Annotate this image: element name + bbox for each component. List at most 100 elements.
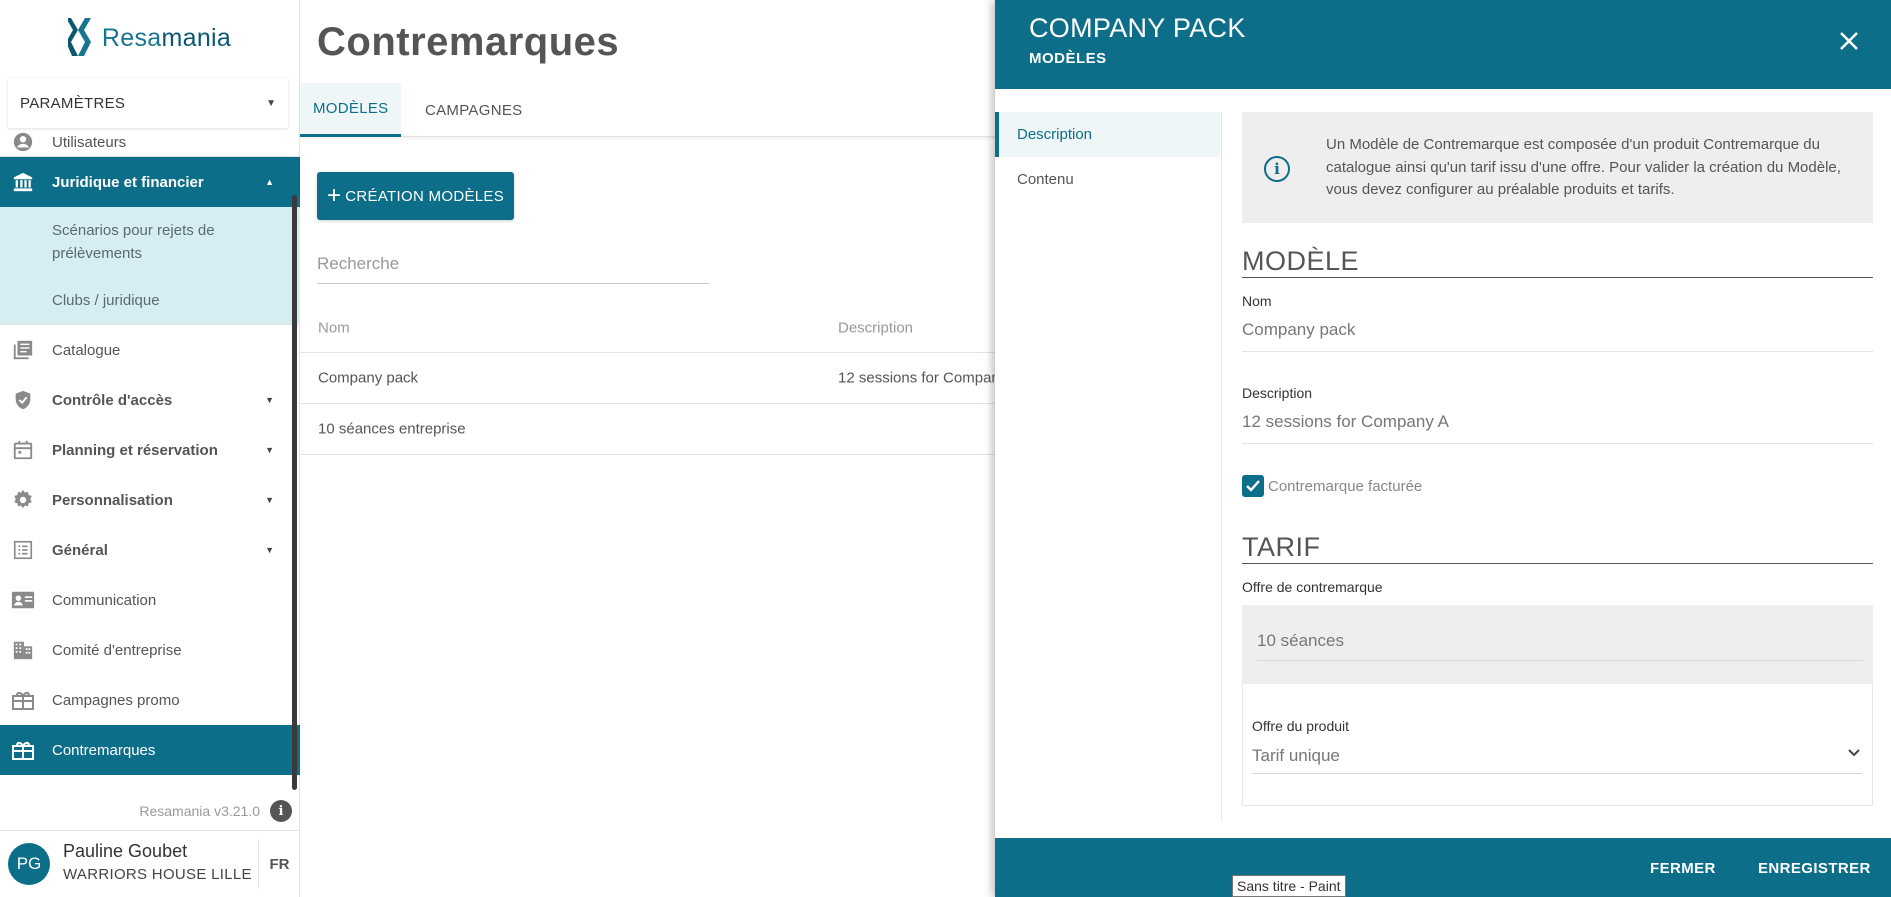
gift-icon xyxy=(11,688,35,712)
language-switch[interactable]: FR xyxy=(258,839,300,889)
info-box: i Un Modèle de Contremarque est composée… xyxy=(1242,112,1873,223)
tab-campagnes[interactable]: CAMPAGNES xyxy=(412,83,535,137)
section-select[interactable]: PARAMÈTRES ▼ xyxy=(8,78,288,128)
sidebar-scrollbar[interactable] xyxy=(292,195,297,790)
nom-field[interactable]: Company pack xyxy=(1242,318,1873,352)
caret-up-icon: ▲ xyxy=(265,177,274,187)
sidebar-item-personnalisation[interactable]: Personnalisation ▼ xyxy=(0,475,300,525)
calendar-icon xyxy=(11,438,35,462)
sidebar-item-label: Juridique et financier xyxy=(52,173,204,191)
sidebar-item-juridique[interactable]: Juridique et financier ▲ xyxy=(0,157,300,207)
app-root: Resamania PARAMÈTRES ▼ Utilisateurs Juri… xyxy=(0,0,1891,897)
user-club: WARRIORS HOUSE LILLE xyxy=(63,866,252,883)
plus-icon: + xyxy=(326,182,342,209)
description-field[interactable]: 12 sessions for Company A xyxy=(1242,410,1873,444)
caret-down-icon: ▼ xyxy=(265,395,274,405)
chevron-down-icon xyxy=(1848,749,1860,757)
drawer-footer: FERMER ENREGISTRER xyxy=(995,838,1891,897)
sidebar-item-contremarques[interactable]: Contremarques xyxy=(0,725,300,775)
gift-icon xyxy=(11,738,35,762)
drawer-header: COMPANY PACK MODÈLES xyxy=(995,0,1891,89)
sidebar-item-controle-acces[interactable]: Contrôle d'accès ▼ xyxy=(0,375,300,425)
offre-produit-select[interactable]: Tarif unique xyxy=(1252,740,1862,774)
contact-card-icon xyxy=(11,588,35,612)
drawer-side-nav: Description Contenu xyxy=(995,112,1220,202)
shield-icon xyxy=(11,388,35,412)
contremarque-facturee-row[interactable]: Contremarque facturée xyxy=(1242,475,1422,497)
drawer-nav-description[interactable]: Description xyxy=(995,112,1220,157)
cell-description: 12 sessions for Company A xyxy=(838,369,1021,387)
divider xyxy=(1221,112,1222,822)
version-bar: Resamania v3.21.0 i xyxy=(0,798,300,824)
contremarque-facturee-checkbox[interactable] xyxy=(1242,475,1264,497)
tab-modeles[interactable]: MODÈLES xyxy=(300,83,402,137)
sidebar-item-general[interactable]: Général ▼ xyxy=(0,525,300,575)
sidebar-item-catalogue[interactable]: Catalogue xyxy=(0,325,300,375)
column-header-nom[interactable]: Nom xyxy=(318,319,350,336)
subnav-item-scenarios[interactable]: Scénarios pour rejets de prélèvements xyxy=(0,207,300,277)
sidebar-item-label: Planning et réservation xyxy=(52,441,218,459)
section-title-tarif: TARIF xyxy=(1242,531,1873,564)
caret-down-icon: ▼ xyxy=(265,495,274,505)
drawer-subtitle: MODÈLES xyxy=(1029,50,1107,67)
sidebar-item-label: Général xyxy=(52,541,108,559)
caret-down-icon: ▼ xyxy=(265,445,274,455)
brand-name: Resamania xyxy=(101,23,232,52)
contremarque-facturee-label: Contremarque facturée xyxy=(1268,477,1423,495)
search-input[interactable]: Recherche xyxy=(317,248,709,284)
edit-drawer: COMPANY PACK MODÈLES Description Contenu… xyxy=(995,0,1891,897)
offre-produit-label: Offre du produit xyxy=(1252,718,1350,734)
sidebar-item-label: Comité d'entreprise xyxy=(52,641,182,659)
create-modeles-button[interactable]: + CRÉATION MODÈLES xyxy=(317,172,514,220)
sidebar-nav: Utilisateurs Juridique et financier ▲ Sc… xyxy=(0,128,300,775)
sidebar-item-communication[interactable]: Communication xyxy=(0,575,300,625)
avatar[interactable]: PG xyxy=(8,843,50,885)
sidebar-item-campagnes-promo[interactable]: Campagnes promo xyxy=(0,675,300,725)
taskbar-tooltip: Sans titre - Paint xyxy=(1232,875,1346,897)
caret-down-icon: ▼ xyxy=(266,97,276,109)
sidebar-item-label: Campagnes promo xyxy=(52,691,180,709)
page-title: Contremarques xyxy=(317,20,620,64)
sidebar-item-label: Personnalisation xyxy=(52,491,173,509)
section-title-modele: MODÈLE xyxy=(1242,245,1873,278)
info-text: Un Modèle de Contremarque est composée d… xyxy=(1326,136,1841,198)
drawer-title: COMPANY PACK xyxy=(1029,13,1246,43)
user-name: Pauline Goubet xyxy=(63,841,188,861)
close-icon[interactable] xyxy=(1835,28,1863,56)
column-header-description[interactable]: Description xyxy=(838,319,913,336)
offre-produit-box: Offre du produit Tarif unique xyxy=(1242,684,1873,806)
nom-label: Nom xyxy=(1242,293,1272,309)
offre-contremarque-field[interactable]: 10 séances xyxy=(1257,625,1863,661)
subnav-juridique: Scénarios pour rejets de prélèvements Cl… xyxy=(0,207,300,324)
sidebar-item-comite[interactable]: Comité d'entreprise xyxy=(0,625,300,675)
caret-down-icon: ▼ xyxy=(265,545,274,555)
bank-icon xyxy=(11,170,35,194)
version-text: Resamania v3.21.0 xyxy=(139,803,260,819)
description-label: Description xyxy=(1242,385,1313,401)
info-icon: i xyxy=(1264,156,1290,182)
enregistrer-button[interactable]: ENREGISTRER xyxy=(1758,860,1871,877)
gear-icon xyxy=(11,488,35,512)
sidebar-item-label: Contrôle d'accès xyxy=(52,391,173,409)
info-icon[interactable]: i xyxy=(270,800,292,822)
building-icon xyxy=(11,638,35,662)
sidebar-item-label: Communication xyxy=(52,591,157,609)
sidebar-item-planning[interactable]: Planning et réservation ▼ xyxy=(0,425,300,475)
create-modeles-label: CRÉATION MODÈLES xyxy=(345,187,505,205)
user-panel: PG Pauline Goubet WARRIORS HOUSE LILLE F… xyxy=(0,830,300,897)
sidebar-item-label: Utilisateurs xyxy=(52,133,127,151)
catalog-icon xyxy=(11,338,35,362)
cell-nom: 10 séances entreprise xyxy=(318,420,466,438)
fermer-button[interactable]: FERMER xyxy=(1650,860,1716,877)
offre-contremarque-box: 10 séances xyxy=(1242,605,1873,684)
list-icon xyxy=(11,538,35,562)
subnav-item-clubs[interactable]: Clubs / juridique xyxy=(0,277,300,324)
resamania-logo-icon xyxy=(67,18,91,56)
sidebar-item-utilisateurs[interactable]: Utilisateurs xyxy=(0,128,300,156)
section-select-label: PARAMÈTRES xyxy=(20,94,126,112)
logo: Resamania xyxy=(0,0,299,76)
user-circle-icon xyxy=(11,130,35,154)
cell-nom: Company pack xyxy=(318,369,419,387)
sidebar: Resamania PARAMÈTRES ▼ Utilisateurs Juri… xyxy=(0,0,300,897)
drawer-nav-contenu[interactable]: Contenu xyxy=(995,157,1220,202)
